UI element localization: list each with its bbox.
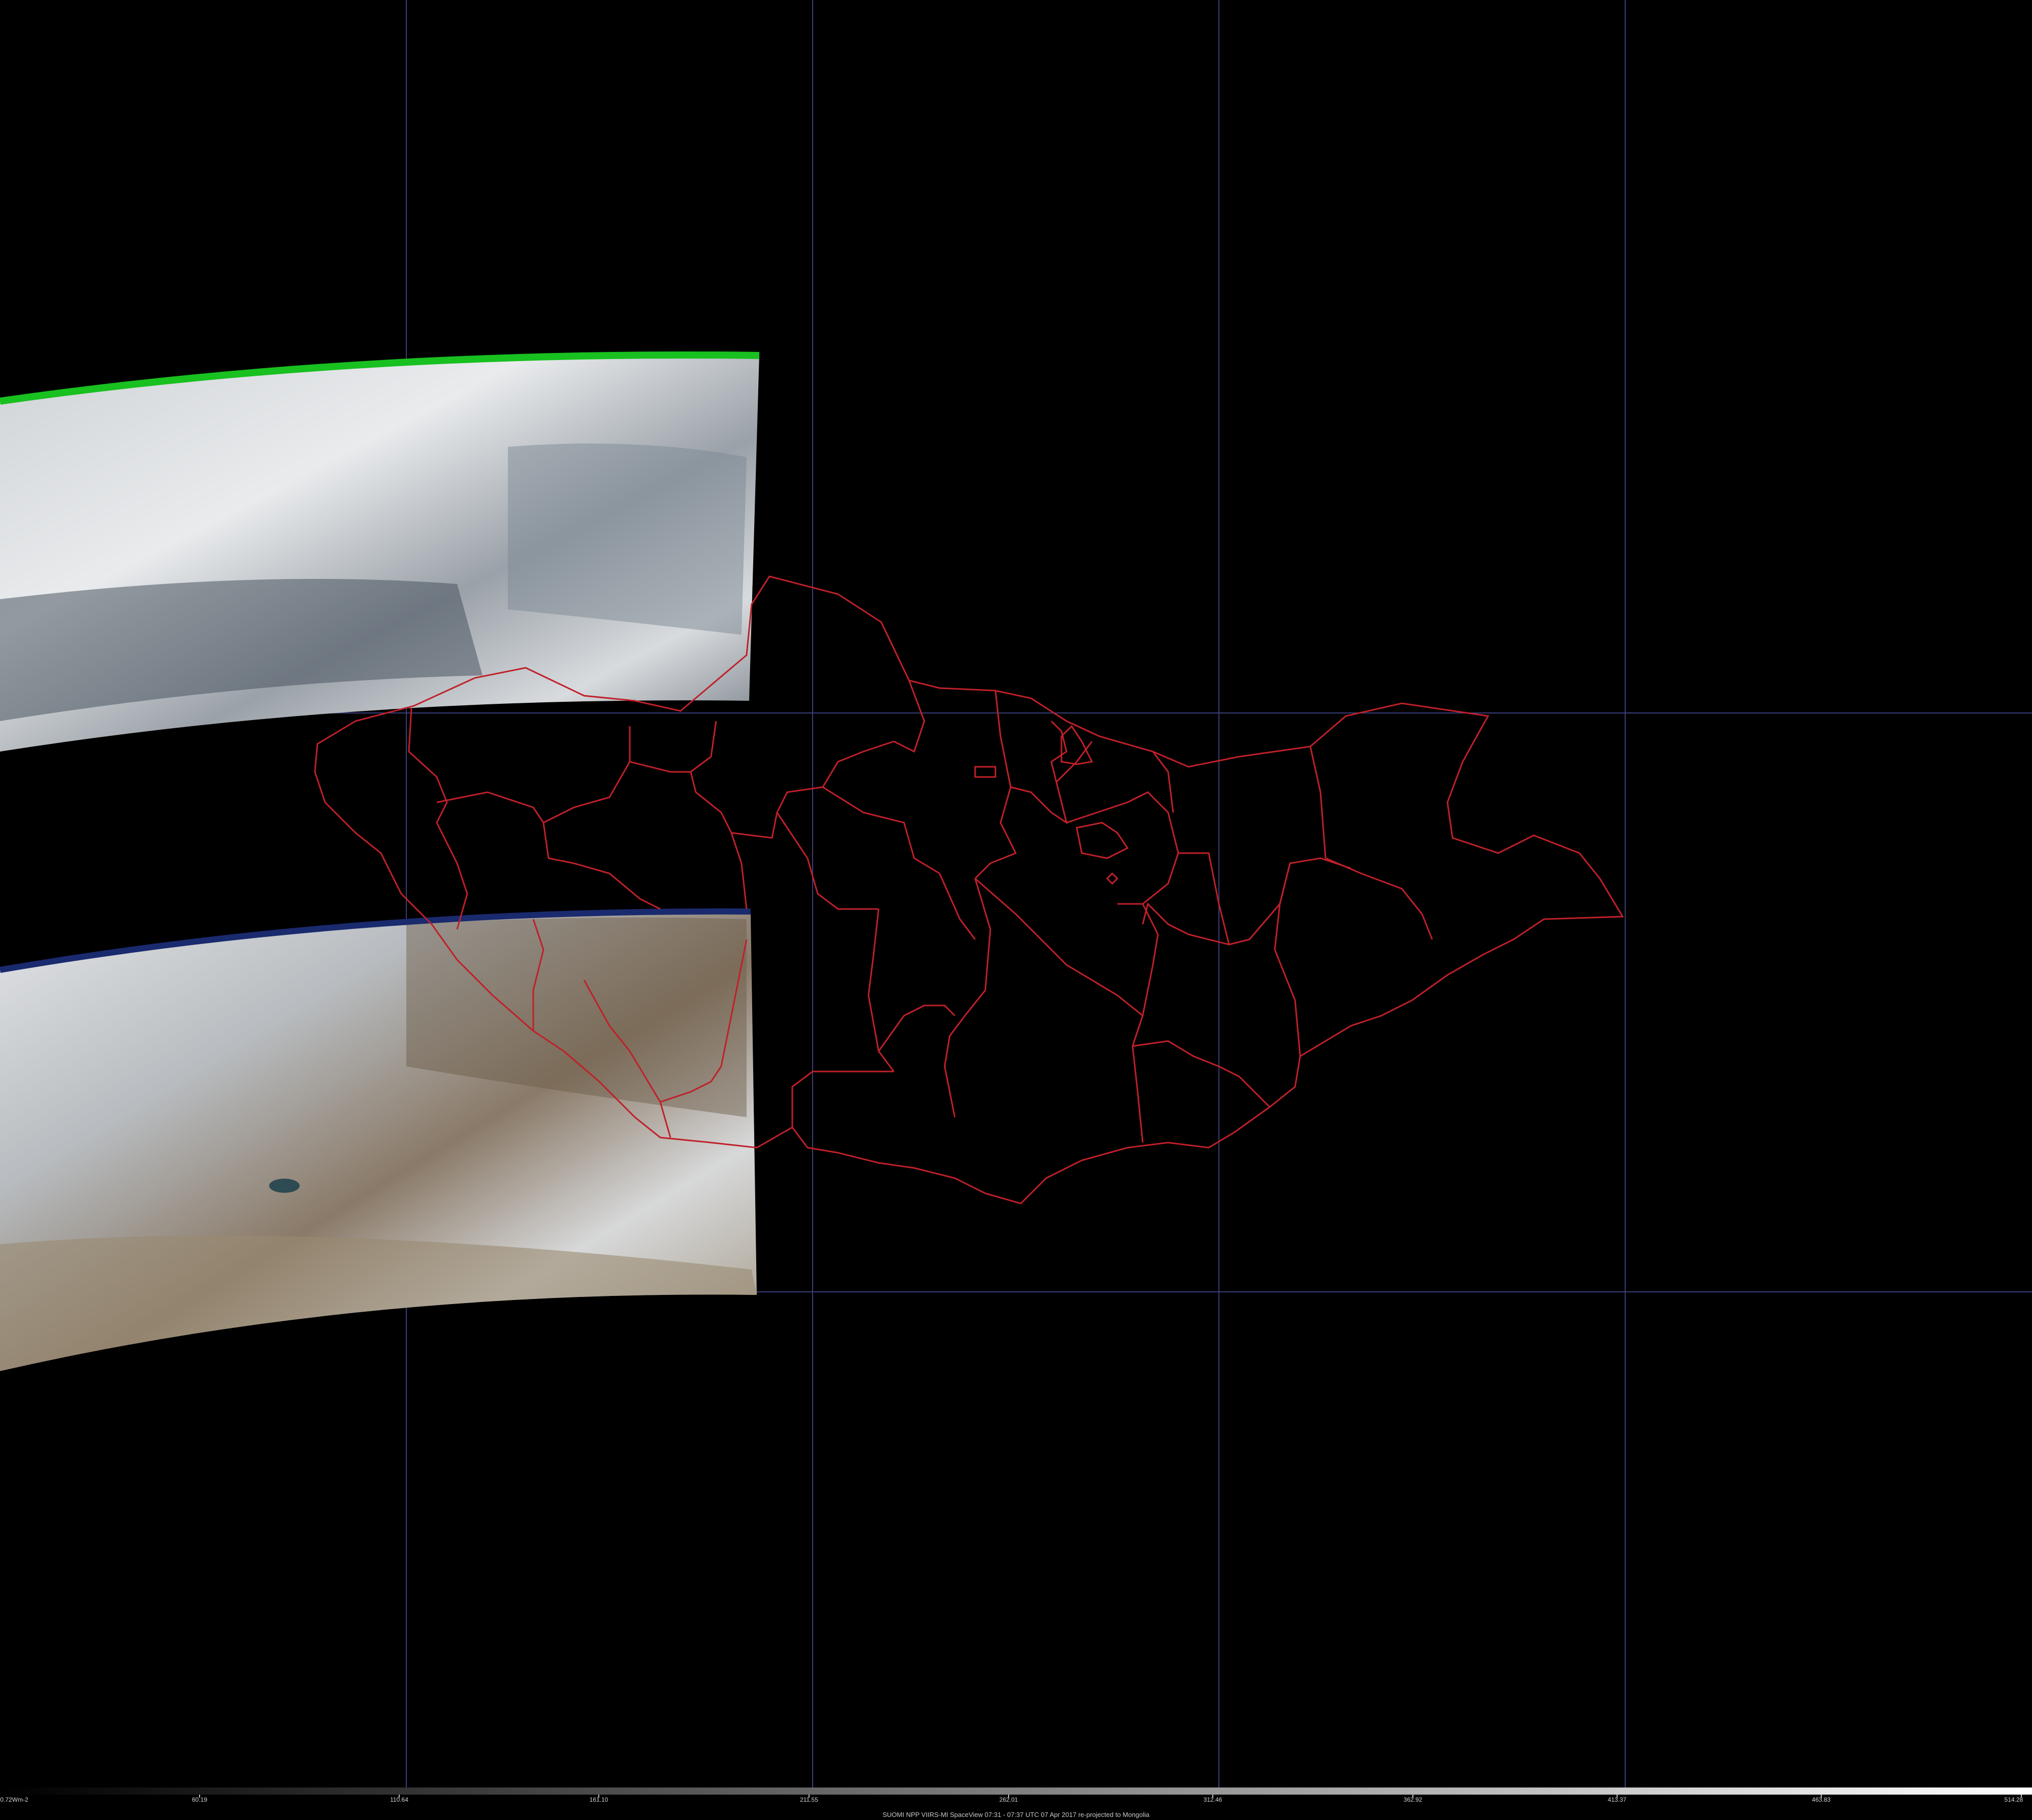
colorbar-gradient — [0, 1788, 2032, 1795]
colorbar-tick-label: 262.01 — [999, 1796, 1018, 1803]
colorbar-tick-label: 362.92 — [1403, 1796, 1423, 1803]
colorbar-tick-label: 514.28 — [2004, 1796, 2023, 1803]
admin-enclave-1 — [1060, 725, 1093, 765]
colorbar-tick-label: 60.19 — [191, 1796, 208, 1803]
colorbar-tick-label: 312.46 — [1203, 1796, 1222, 1803]
admin-enclave-3 — [974, 766, 996, 778]
satellite-map — [0, 0, 2032, 1798]
colorbar-tick-label: 110.64 — [390, 1796, 408, 1803]
colorbar-unit-label: 0.72Wm-2 — [0, 1796, 28, 1803]
satellite-swath-upper — [0, 351, 760, 752]
colorbar-ticks — [199, 1795, 2022, 1798]
image-caption: SUOMI NPP VIIRS-MI SpaceView 07:31 - 07:… — [882, 1811, 1150, 1818]
lat-lon-grid — [0, 0, 2032, 1788]
satellite-swath-lower — [0, 908, 757, 1371]
colorbar-tick-label: 463.83 — [1812, 1796, 1831, 1803]
admin-enclave-2 — [1076, 822, 1129, 859]
colorbar-tick-label: 161.10 — [589, 1796, 608, 1803]
colorbar-tick-label: 413.37 — [1607, 1796, 1627, 1803]
colorbar-tick-label: 211.55 — [800, 1796, 818, 1803]
